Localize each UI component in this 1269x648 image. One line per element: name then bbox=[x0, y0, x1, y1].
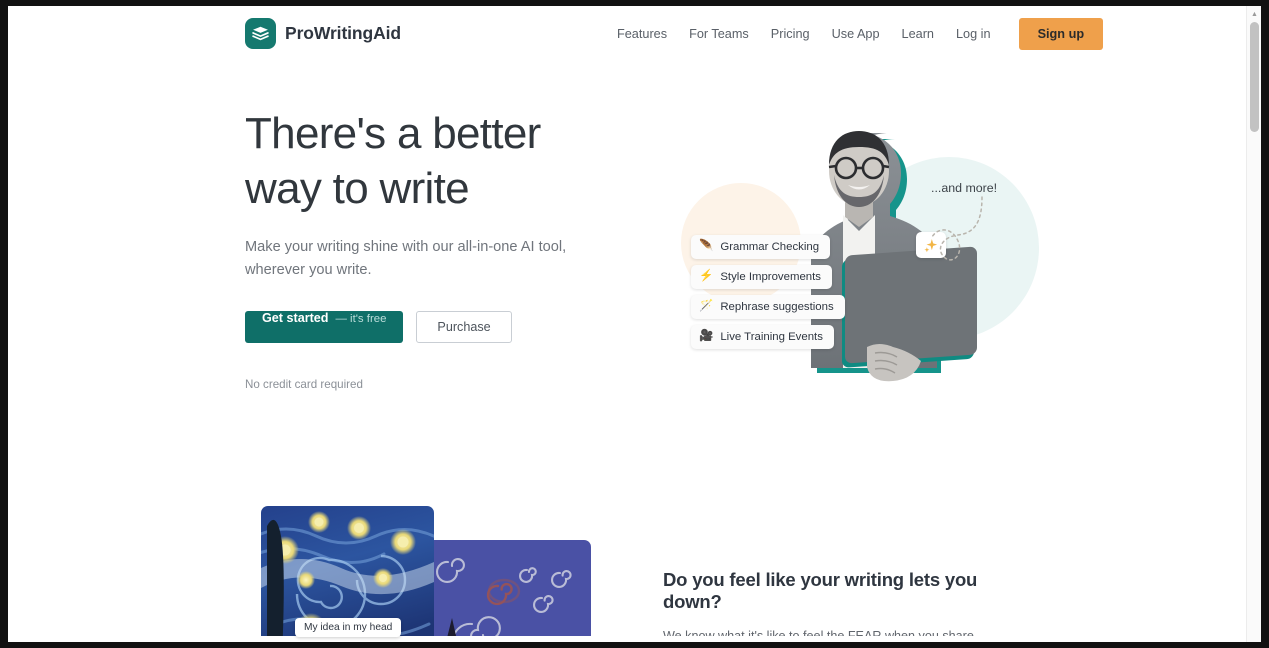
nav-for-teams[interactable]: For Teams bbox=[678, 18, 760, 50]
chip-label: Live Training Events bbox=[720, 331, 823, 343]
hero-subtitle: Make your writing shine with our all-in-… bbox=[245, 239, 567, 278]
curved-dotted-arrow-icon bbox=[931, 196, 983, 261]
chip-rephrase-suggestions: 🪄 Rephrase suggestions bbox=[691, 295, 845, 319]
brand-logo-link[interactable]: ProWritingAid bbox=[245, 18, 401, 49]
vertical-scrollbar[interactable]: ▲ bbox=[1246, 6, 1261, 642]
nav-log-in[interactable]: Log in bbox=[945, 18, 1002, 50]
site-header: ProWritingAid Features For Teams Pricing… bbox=[8, 6, 1246, 62]
hero-title-line-2: way to write bbox=[245, 164, 470, 213]
hand-graphic bbox=[867, 344, 921, 382]
hero-illustration: ...and more! 🪶 Grammar Checking ⚡ Style … bbox=[663, 101, 1039, 401]
scrollbar-thumb[interactable] bbox=[1250, 22, 1259, 132]
get-started-button[interactable]: Get started — it's free bbox=[245, 311, 404, 344]
web-page: ProWritingAid Features For Teams Pricing… bbox=[8, 6, 1246, 642]
viewport-bottom-edge bbox=[8, 636, 1246, 642]
chip-grammar-checking: 🪶 Grammar Checking bbox=[691, 235, 831, 259]
chip-label: Rephrase suggestions bbox=[720, 301, 834, 313]
nav-use-app[interactable]: Use App bbox=[821, 18, 891, 50]
hero-content: There's a better way to write Make your … bbox=[245, 106, 635, 391]
brand-name: ProWritingAid bbox=[285, 23, 402, 43]
idea-label: My idea in my head bbox=[295, 618, 402, 637]
chip-style-improvements: ⚡ Style Improvements bbox=[691, 265, 832, 289]
feather-pen-icon: 🪶 bbox=[699, 240, 714, 253]
book-pages-icon bbox=[245, 18, 276, 49]
lightning-bolt-icon: ⚡ bbox=[699, 270, 714, 283]
section-title: Do you feel like your writing lets you d… bbox=[663, 569, 978, 612]
chip-label: Style Improvements bbox=[720, 271, 821, 283]
scribble-panel bbox=[426, 540, 591, 642]
hero-cta-group: Get started — it's free Purchase bbox=[245, 311, 635, 344]
magic-wand-icon: 🪄 bbox=[699, 300, 714, 313]
page-title: There's a better way to write bbox=[245, 106, 635, 216]
video-camera-icon: 🎥 bbox=[699, 330, 714, 343]
nav-learn[interactable]: Learn bbox=[891, 18, 945, 50]
no-credit-card-note: No credit card required bbox=[245, 378, 363, 392]
get-started-label: Get started bbox=[262, 311, 329, 326]
nav-pricing[interactable]: Pricing bbox=[760, 18, 821, 50]
main-navigation: Features For Teams Pricing Use App Learn… bbox=[606, 18, 1104, 50]
nav-features[interactable]: Features bbox=[606, 18, 678, 50]
chip-label: Grammar Checking bbox=[720, 241, 820, 253]
lower-section-content: Do you feel like your writing lets you d… bbox=[663, 569, 1023, 642]
scroll-up-arrow-icon[interactable]: ▲ bbox=[1251, 11, 1258, 18]
feature-chip-list: 🪶 Grammar Checking ⚡ Style Improvements … bbox=[691, 235, 845, 355]
sign-up-button[interactable]: Sign up bbox=[1018, 18, 1104, 50]
purchase-button[interactable]: Purchase bbox=[416, 311, 512, 344]
hero-title-line-1: There's a better bbox=[245, 109, 541, 158]
browser-viewport: ProWritingAid Features For Teams Pricing… bbox=[8, 6, 1261, 642]
artwork-comparison: My idea in my head bbox=[245, 501, 605, 642]
get-started-subtext: — it's free bbox=[335, 313, 387, 326]
chip-live-training-events: 🎥 Live Training Events bbox=[691, 325, 834, 349]
